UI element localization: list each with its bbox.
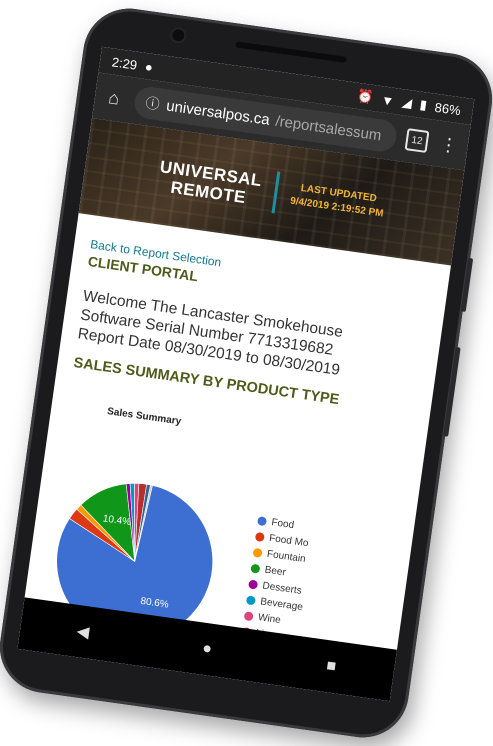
legend-swatch [257,515,268,526]
phone-device: 2:29 ● ⏰ ▼ ◢ ▮ 86% ⌂ ⓘ universalpos.ca/r… [0,2,493,744]
overflow-menu-icon[interactable]: ⋮ [436,133,461,157]
front-camera [171,28,186,43]
home-nav-icon[interactable]: ● [186,638,228,661]
home-icon[interactable]: ⌂ [102,86,127,110]
legend-swatch [248,578,259,590]
alarm-icon: ⏰ [356,87,375,105]
speaker-grille [235,41,347,63]
banner-divider [271,171,281,214]
volume-button [443,346,461,437]
recents-nav-icon[interactable]: ■ [310,655,352,678]
tab-count: 12 [410,134,424,147]
legend-swatch [252,547,263,558]
info-icon[interactable]: ⓘ [143,92,162,114]
legend-label: Wine [257,611,282,626]
url-path: /reportsalessum [274,112,383,144]
url-domain: universalpos.ca [165,96,271,129]
legend-swatch [243,610,254,621]
legend-swatch [250,563,261,574]
last-updated: LAST UPDATED 9/4/2019 2:19:52 PM [289,181,386,222]
battery-icon: ▮ [418,96,429,113]
battery-percent: 86% [433,99,462,118]
legend-swatch [254,531,265,542]
brand-logo: UNIVERSAL REMOTE [156,157,263,209]
legend-swatch [245,594,257,605]
legend-label: Food [270,516,295,531]
back-nav-icon[interactable]: ◀ [62,619,104,644]
wifi-icon: ▼ [380,91,396,109]
power-button [460,257,474,312]
status-time: 2:29 [111,53,139,73]
screen: 2:29 ● ⏰ ▼ ◢ ▮ 86% ⌂ ⓘ universalpos.ca/r… [17,46,475,702]
tab-switcher-button[interactable]: 12 [404,128,430,153]
notification-icon: ● [144,58,154,75]
signal-icon: ◢ [401,94,414,111]
legend-label: Beer [264,564,287,578]
